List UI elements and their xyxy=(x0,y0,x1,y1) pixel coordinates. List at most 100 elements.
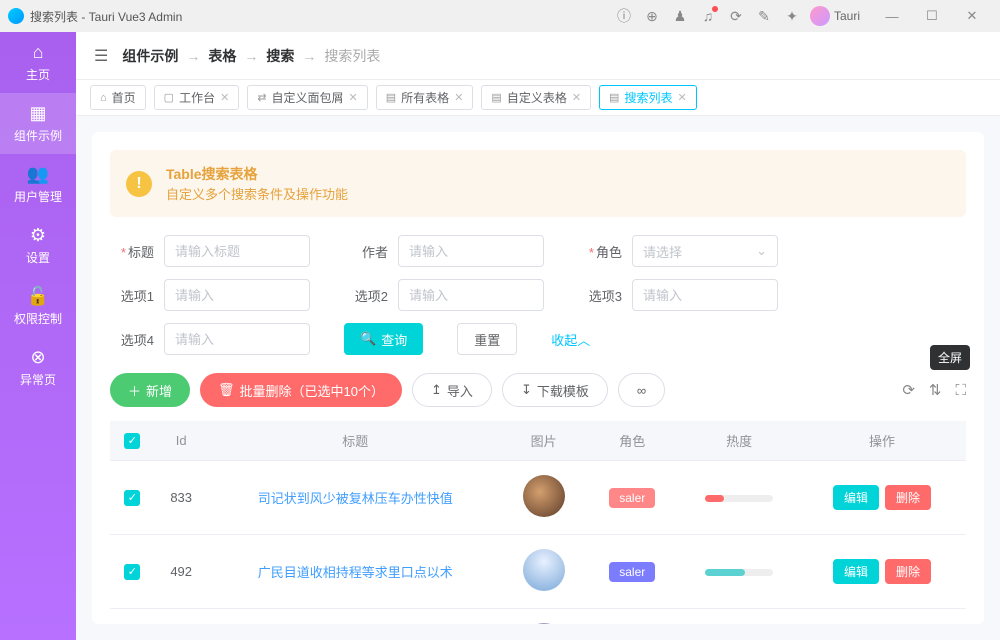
tab-breadcrumb[interactable]: ⇄自定义面包屑✕ xyxy=(247,85,367,110)
sidebar-item-error[interactable]: ⊗异常页 xyxy=(0,337,76,398)
gear-icon: ⚙ xyxy=(0,225,76,246)
sidebar-item-label: 用户管理 xyxy=(14,190,62,204)
menu-toggle-icon[interactable]: ☰ xyxy=(94,46,108,66)
table-icon: ▤ xyxy=(491,91,501,104)
table-toolbar: ＋新增 🗑批量删除（已选中10个） ↥导入 ↧下载模板 ∞ ⟳ ⇅ ⛶ 全屏 xyxy=(110,373,966,407)
cell-avatar xyxy=(523,623,565,624)
row-checkbox[interactable]: ✓ xyxy=(124,490,140,506)
role-select[interactable]: 请选择⌄ xyxy=(632,235,778,267)
author-input[interactable] xyxy=(398,235,544,267)
sidebar-item-permission[interactable]: 🔓权限控制 xyxy=(0,276,76,337)
field-label-title: *标题 xyxy=(110,242,154,261)
tooltip: 全屏 xyxy=(930,345,970,370)
tag-icon[interactable]: ✦ xyxy=(778,2,806,30)
breadcrumb-current: 搜索列表 xyxy=(324,46,380,66)
tab-search-list[interactable]: ▤搜索列表✕ xyxy=(599,85,697,110)
app-icon xyxy=(8,8,24,24)
tool-icon[interactable]: ✎ xyxy=(750,2,778,30)
cell-avatar xyxy=(523,475,565,517)
chevron-down-icon: ⌄ xyxy=(756,243,767,259)
breadcrumb-item[interactable]: 表格 xyxy=(208,46,236,66)
share-icon: ∞ xyxy=(637,383,646,398)
tab-workbench[interactable]: ▢ 工作台 ✕ xyxy=(154,85,240,110)
close-icon[interactable]: ✕ xyxy=(572,91,581,104)
close-button[interactable]: ✕ xyxy=(952,2,992,30)
sidebar-item-settings[interactable]: ⚙设置 xyxy=(0,215,76,276)
tab-label: 首页 xyxy=(112,89,136,106)
density-icon[interactable]: ⇅ xyxy=(929,381,942,399)
field-label-opt2: 选项2 xyxy=(344,286,388,305)
heat-bar xyxy=(705,495,773,502)
sidebar-item-label: 异常页 xyxy=(20,373,56,387)
opt1-input[interactable] xyxy=(164,279,310,311)
checkbox-all[interactable]: ✓ xyxy=(124,433,140,449)
delete-button[interactable]: 删除 xyxy=(885,559,931,584)
tab-home[interactable]: ⌂ 首页 xyxy=(90,85,146,110)
home-icon: ⌂ xyxy=(0,42,76,63)
sidebar-item-home[interactable]: ⌂主页 xyxy=(0,32,76,93)
cell-title-link[interactable]: 司记状到风少被复林压车办性快值 xyxy=(258,491,453,506)
th-title: 标题 xyxy=(208,421,503,461)
opt3-input[interactable] xyxy=(632,279,778,311)
sidebar-item-components[interactable]: ▦组件示例 xyxy=(0,93,76,154)
opt4-input[interactable] xyxy=(164,323,310,355)
fullscreen-icon[interactable]: ⛶ xyxy=(955,382,966,399)
sidebar: ⌂主页 ▦组件示例 👥 用户管理 ⚙设置 🔓权限控制 ⊗异常页 xyxy=(0,32,76,640)
home-icon: ⌂ xyxy=(100,92,107,104)
cell-title-link[interactable]: 广民目道收相持程等求里口点以术 xyxy=(258,565,453,580)
close-icon[interactable]: ✕ xyxy=(349,91,358,104)
user-name: Tauri xyxy=(834,9,860,23)
bell-icon[interactable]: ♫ xyxy=(694,2,722,30)
page-card: ! Table搜索表格 自定义多个搜索条件及操作功能 *标题 作者 *角色请选择… xyxy=(92,132,984,624)
import-button[interactable]: ↥导入 xyxy=(412,373,492,407)
grid-icon: ▦ xyxy=(0,103,76,124)
warning-icon: ! xyxy=(126,171,152,197)
shirt-icon[interactable]: ♟ xyxy=(666,2,694,30)
close-icon[interactable]: ✕ xyxy=(220,91,229,104)
monitor-icon: ▢ xyxy=(164,91,174,104)
maximize-button[interactable]: ☐ xyxy=(912,2,952,30)
field-label-opt1: 选项1 xyxy=(110,286,154,305)
role-badge: saler xyxy=(609,488,655,508)
batch-delete-button[interactable]: 🗑批量删除（已选中10个） xyxy=(200,373,402,407)
collapse-link[interactable]: 收起︿ xyxy=(551,323,590,355)
th-img: 图片 xyxy=(503,421,584,461)
field-label-opt4: 选项4 xyxy=(110,330,154,349)
title-input[interactable] xyxy=(164,235,310,267)
opt2-input[interactable] xyxy=(398,279,544,311)
add-button[interactable]: ＋新增 xyxy=(110,373,190,407)
row-checkbox[interactable]: ✓ xyxy=(124,564,140,580)
tab-label: 工作台 xyxy=(179,89,215,106)
tab-label: 自定义表格 xyxy=(507,89,567,106)
breadcrumb-item[interactable]: 搜索 xyxy=(266,46,294,66)
th-role: 角色 xyxy=(584,421,680,461)
close-icon[interactable]: ✕ xyxy=(454,91,463,104)
tab-all-tables[interactable]: ▤所有表格✕ xyxy=(376,85,474,110)
query-button[interactable]: 🔍查询 xyxy=(344,323,423,355)
th-id: Id xyxy=(155,421,208,461)
th-check: ✓ xyxy=(110,421,155,461)
info-icon[interactable]: ⓘ xyxy=(610,2,638,30)
download-button[interactable]: ↧下载模板 xyxy=(502,373,608,407)
sidebar-item-users[interactable]: 👥 用户管理 xyxy=(0,154,76,215)
delete-button[interactable]: 删除 xyxy=(885,485,931,510)
th-heat: 热度 xyxy=(680,421,798,461)
reset-button[interactable]: 重置 xyxy=(457,323,517,355)
refresh-icon[interactable]: ⟳ xyxy=(722,2,750,30)
role-badge: saler xyxy=(609,562,655,582)
globe-icon[interactable]: ⊕ xyxy=(638,2,666,30)
table-icon: ▤ xyxy=(609,91,619,104)
avatar[interactable] xyxy=(810,6,830,26)
lock-icon: 🔓 xyxy=(0,286,76,307)
window-titlebar: 搜索列表 - Tauri Vue3 Admin ⓘ ⊕ ♟ ♫ ⟳ ✎ ✦ Ta… xyxy=(0,0,1000,32)
minimize-button[interactable]: — xyxy=(872,2,912,30)
refresh-icon[interactable]: ⟳ xyxy=(902,381,915,399)
tab-custom-table[interactable]: ▤ 自定义表格 ✕ xyxy=(481,85,591,110)
alert-sub: 自定义多个搜索条件及操作功能 xyxy=(166,184,348,203)
edit-button[interactable]: 编辑 xyxy=(833,559,879,584)
users-icon: 👥 xyxy=(0,164,76,185)
share-button[interactable]: ∞ xyxy=(618,373,665,407)
close-icon[interactable]: ✕ xyxy=(677,91,686,104)
breadcrumb-item[interactable]: 组件示例 xyxy=(122,46,178,66)
edit-button[interactable]: 编辑 xyxy=(833,485,879,510)
